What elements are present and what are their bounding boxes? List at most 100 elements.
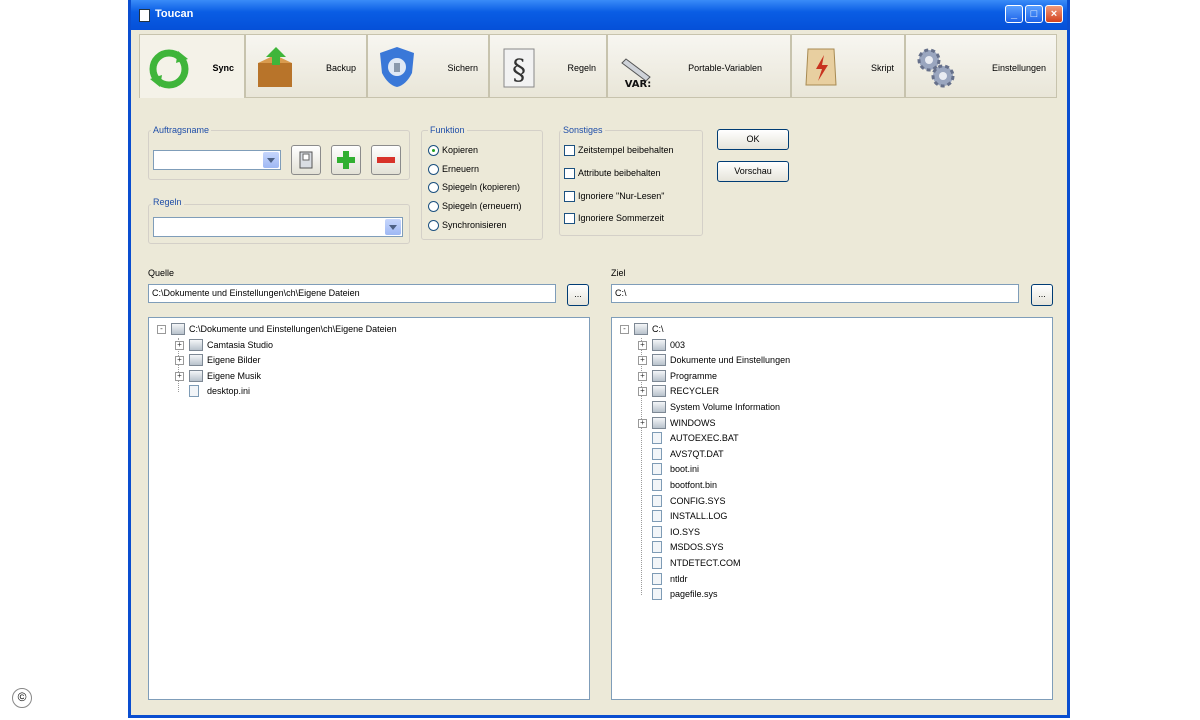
tab-label: Sichern [447, 63, 478, 73]
source-browse-button[interactable]: ... [567, 284, 589, 306]
tree-item-label: IO.SYS [670, 526, 701, 537]
option-label: Spiegeln (kopieren) [442, 182, 521, 192]
sync-icon [149, 49, 189, 89]
radio-button[interactable] [428, 201, 439, 212]
tab-label: Skript [870, 63, 894, 73]
folder-icon [189, 354, 203, 367]
rules-paragraph-icon: § [503, 48, 535, 88]
tree-item-label: bootfont.bin [670, 480, 718, 490]
variables-icon-text: VAR: [625, 79, 652, 89]
job-name-combo[interactable] [153, 150, 281, 170]
radio-button[interactable] [428, 164, 439, 175]
remove-job-button[interactable] [371, 145, 401, 175]
tree-item-label: Eigene Musik [207, 370, 262, 381]
script-icon [805, 48, 837, 86]
backup-box-icon [258, 47, 292, 87]
checkbox[interactable] [564, 191, 575, 202]
tab-backup[interactable]: Backup [245, 34, 367, 98]
file-icon [652, 479, 662, 491]
checkbox[interactable] [564, 145, 575, 156]
minimize-button[interactable]: _ [1005, 5, 1023, 23]
tab-sync[interactable]: Sync [139, 34, 245, 98]
other-label: Sonstiges [561, 125, 605, 135]
file-icon [652, 557, 662, 569]
file-icon [189, 385, 199, 398]
folder-icon [634, 323, 648, 335]
tree-item-label: Dokumente und Einstellungen [670, 355, 791, 366]
target-path-input[interactable]: C:\ [611, 284, 1019, 303]
close-button[interactable]: × [1045, 5, 1063, 23]
file-icon [652, 432, 662, 445]
ok-button[interactable]: OK [717, 129, 789, 150]
tab-skript[interactable]: Skript [791, 34, 905, 98]
settings-gears-icon [917, 48, 955, 88]
file-icon [652, 494, 662, 507]
radio-button[interactable] [428, 182, 439, 193]
tree-item-label: pagefile.sys [670, 589, 718, 600]
expand-icon[interactable]: + [175, 356, 184, 366]
function-label: Funktion [428, 125, 467, 135]
checkbox[interactable] [564, 168, 575, 179]
tree-item-label: AUTOEXEC.BAT [670, 433, 739, 444]
tab-einstellungen[interactable]: Einstellungen [905, 34, 1057, 98]
expand-icon[interactable]: + [638, 387, 647, 397]
target-tree[interactable]: - C:\ +003 + Dokumente und Einstellungen + Pro… [611, 317, 1053, 700]
tree-item-label: Programme [670, 370, 718, 381]
source-tree[interactable]: - C:\Dokumente und Einstellungen\ch\Eigen… [148, 317, 590, 700]
expand-icon[interactable]: + [638, 340, 647, 350]
expand-icon[interactable]: + [175, 371, 184, 381]
expand-icon[interactable]: + [175, 340, 184, 350]
expand-icon[interactable]: + [638, 371, 647, 381]
rules-combo[interactable] [153, 217, 403, 237]
collapse-icon[interactable]: - [620, 325, 629, 334]
svg-text:§: § [512, 53, 526, 86]
file-icon [652, 588, 662, 601]
option-label: Zeitstempel beibehalten [578, 145, 674, 155]
tree-item-label: MSDOS.SYS [670, 542, 724, 553]
maximize-button[interactable]: □ [1025, 5, 1043, 23]
option-label: Synchronisieren [442, 220, 507, 230]
tab-regeln[interactable]: § Regeln [489, 34, 607, 98]
title-bar[interactable]: Toucan _ □ × [131, 0, 1067, 30]
folder-icon [652, 401, 666, 413]
checkbox[interactable] [564, 213, 575, 224]
tree-item-label: System Volume Information [670, 402, 781, 412]
variables-icon: VAR: [621, 58, 652, 89]
option-label: Ignoriere "Nur-Lesen" [578, 191, 665, 201]
sync-page: Auftragsname Regeln Funktion Kopieren Er… [131, 98, 1067, 718]
tree-item-label: Eigene Bilder [207, 355, 261, 366]
tree-item-label: RECYCLER [670, 386, 720, 397]
secure-shield-icon [380, 47, 414, 87]
folder-icon [652, 354, 666, 367]
radio-button[interactable] [428, 220, 439, 231]
collapse-icon[interactable]: - [157, 325, 166, 334]
expand-icon[interactable]: + [638, 356, 647, 366]
file-icon [652, 447, 662, 460]
option-label: Attribute beibehalten [578, 168, 661, 178]
folder-icon [652, 416, 666, 429]
tab-sichern[interactable]: Sichern [367, 34, 489, 98]
tab-portable-variablen[interactable]: VAR: Portable-Variablen [607, 34, 791, 98]
tree-item-label: desktop.ini [207, 386, 251, 397]
option-label: Ignoriere Sommerzeit [578, 213, 665, 223]
tree-item-label: C:\ [652, 324, 664, 334]
rules-label: Regeln [151, 197, 184, 207]
option-label: Spiegeln (erneuern) [442, 201, 522, 211]
folder-icon [189, 338, 203, 351]
file-icon [652, 510, 662, 523]
chevron-down-icon[interactable] [263, 152, 279, 168]
expand-icon[interactable]: + [638, 418, 647, 428]
window-title: Toucan [155, 8, 194, 20]
tree-item-label: INSTALL.LOG [670, 511, 728, 522]
preview-button[interactable]: Vorschau [717, 161, 789, 182]
chevron-down-icon[interactable] [385, 219, 401, 235]
add-job-button[interactable] [331, 145, 361, 175]
tab-strip: Sync Backup Sichern § Regeln VAR: Portab… [139, 34, 1065, 98]
source-path-input[interactable]: C:\Dokumente und Einstellungen\ch\Eigene… [148, 284, 556, 303]
radio-button[interactable] [428, 145, 439, 156]
tree-item-label: NTDETECT.COM [670, 558, 741, 568]
save-job-button[interactable] [291, 145, 321, 175]
target-browse-button[interactable]: ... [1031, 284, 1053, 306]
folder-icon [652, 369, 666, 382]
tree-item-label: C:\Dokumente und Einstellungen\ch\Eigene… [189, 324, 397, 334]
